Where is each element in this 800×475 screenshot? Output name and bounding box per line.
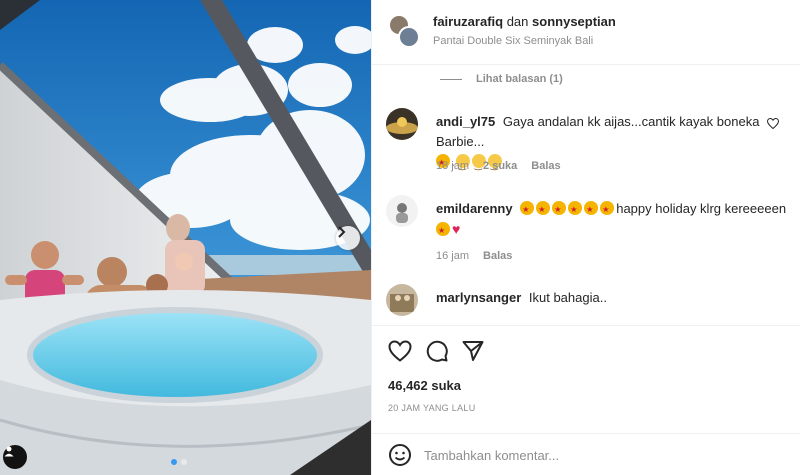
avatar-image <box>386 108 418 140</box>
star-struck-emoji-icon <box>568 200 583 220</box>
author-username[interactable]: fairuzarafiq <box>433 14 503 29</box>
comment-time[interactable]: 16 jam <box>436 250 469 262</box>
emoji-icon <box>389 444 411 466</box>
avatar-image <box>386 195 418 227</box>
avatar-image <box>386 284 418 316</box>
comment-like-button[interactable] <box>766 116 780 134</box>
red-heart-emoji-icon: ♥ <box>452 221 461 237</box>
author-joiner: dan <box>506 14 529 29</box>
user-tag-icon <box>4 446 14 457</box>
avatar <box>398 26 420 48</box>
user-tag-button[interactable] <box>3 445 27 469</box>
photo-illustration <box>0 0 371 475</box>
comment-text: marlynsanger Ikut bahagia.. <box>436 288 796 308</box>
reply-button[interactable]: Balas <box>531 160 560 172</box>
post-side-panel: fairuzarafiq dan sonnyseptian Pantai Dou… <box>371 0 800 475</box>
like-button[interactable] <box>388 340 412 362</box>
comment-content: happy holiday klrg kereeeeen <box>616 201 787 216</box>
comment-button[interactable] <box>426 340 448 362</box>
star-struck-emoji-icon <box>584 200 599 220</box>
send-icon <box>462 341 484 361</box>
collab-avatars[interactable] <box>388 14 420 48</box>
action-icons <box>388 340 484 362</box>
post-header: fairuzarafiq dan sonnyseptian Pantai Dou… <box>372 0 800 65</box>
comment-username[interactable]: marlynsanger <box>436 290 521 305</box>
avatar[interactable] <box>386 284 418 316</box>
comment-meta: 16 jam Balas <box>436 250 512 262</box>
heart-icon <box>388 340 412 362</box>
comment-icon <box>426 340 448 362</box>
star-struck-emoji-icon <box>552 200 567 220</box>
comment-input[interactable] <box>424 444 784 466</box>
view-replies-link[interactable]: Lihat balasan (1) <box>440 73 563 85</box>
carousel-indicator <box>171 459 187 465</box>
star-struck-emoji-icon <box>536 200 551 220</box>
post-actions: 46,462 suka 20 JAM YANG LALU <box>372 325 800 435</box>
emoji-picker-button[interactable] <box>388 443 412 467</box>
comment-username[interactable]: emildarenny <box>436 201 513 216</box>
comment-meta: 18 jam 2 suka Balas <box>436 160 561 172</box>
comment-username[interactable]: andi_yl75 <box>436 114 495 129</box>
author-username[interactable]: sonnyseptian <box>532 14 616 29</box>
reply-button[interactable]: Balas <box>483 250 512 262</box>
next-image-button[interactable] <box>336 226 360 250</box>
avatar[interactable] <box>386 108 418 140</box>
share-button[interactable] <box>462 340 484 362</box>
likes-count[interactable]: 46,462 suka <box>388 378 461 393</box>
star-struck-emoji-icon <box>520 200 535 220</box>
avatar[interactable] <box>386 195 418 227</box>
add-comment-bar <box>372 433 800 475</box>
star-struck-emoji-icon <box>436 221 450 241</box>
heart-icon <box>766 117 780 130</box>
view-replies-label: Lihat balasan (1) <box>476 73 563 85</box>
replies-divider <box>440 78 462 80</box>
comment-content: Ikut bahagia.. <box>528 290 607 305</box>
comment-text: emildarenny happy holiday klrg kereeeeen… <box>436 199 796 241</box>
comment-likes-count[interactable]: 2 suka <box>483 160 517 172</box>
post-photo[interactable] <box>0 0 371 475</box>
carousel-dot-active <box>171 459 177 465</box>
post-authors: fairuzarafiq dan sonnyseptian <box>433 14 616 29</box>
post-location[interactable]: Pantai Double Six Seminyak Bali <box>433 35 593 47</box>
comment-time[interactable]: 18 jam <box>436 160 469 172</box>
carousel-dot <box>181 459 187 465</box>
star-struck-emoji-icon <box>600 200 615 220</box>
chevron-right-icon <box>338 226 346 238</box>
post-timestamp[interactable]: 20 JAM YANG LALU <box>388 403 476 413</box>
